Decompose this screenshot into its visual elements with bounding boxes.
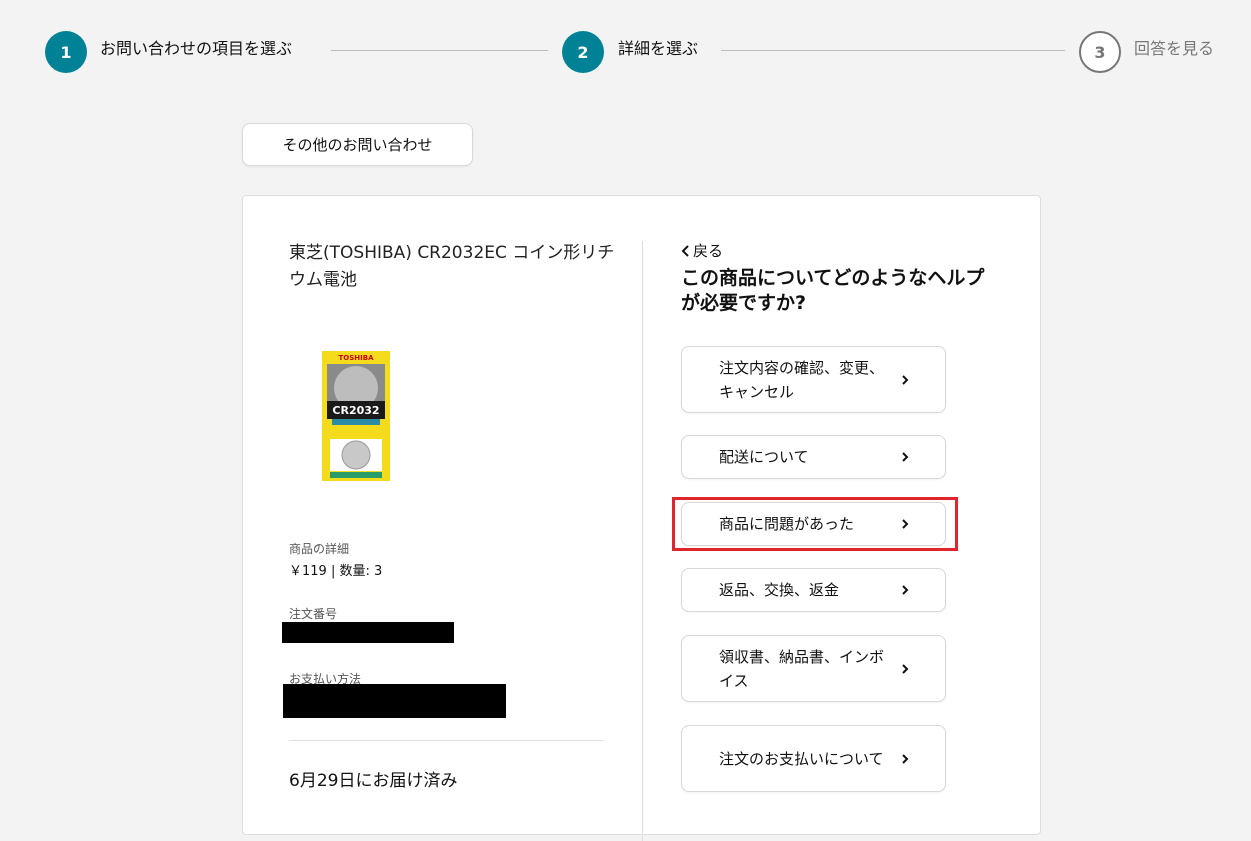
highlight-box xyxy=(672,497,958,551)
option-receipts[interactable]: 領収書、納品書、インボイス xyxy=(681,635,946,702)
product-details-label: 商品の詳細 xyxy=(289,542,350,556)
product-details-value: ￥119 | 数量: 3 xyxy=(289,564,383,579)
option-label: 返品、交換、返金 xyxy=(719,581,840,599)
payment-method-redacted xyxy=(283,684,506,718)
progress-stepper: 1 お問い合わせの項目を選ぶ 2 詳細を選ぶ 3 回答を見る xyxy=(0,0,1251,100)
step-2-label: 詳細を選ぶ xyxy=(618,39,699,58)
step-1-circle: 1 xyxy=(45,31,87,73)
section-divider xyxy=(289,740,603,741)
chevron-right-icon xyxy=(902,374,909,385)
product-image-model: CR2032 xyxy=(332,404,379,417)
option-label: 配送について xyxy=(719,448,809,466)
chevron-right-icon xyxy=(902,452,909,462)
back-link[interactable]: 戻る xyxy=(681,240,723,261)
chevron-right-icon xyxy=(902,663,909,674)
product-image-brand: TOSHIBA xyxy=(339,354,375,362)
option-order-change[interactable]: 注文内容の確認、変更、キャンセル xyxy=(681,346,946,413)
help-question: この商品についてどのようなヘルプが必要ですか? xyxy=(681,267,985,314)
column-divider xyxy=(642,241,643,841)
product-image[interactable]: TOSHIBA CR2032 xyxy=(322,351,390,481)
back-link-label: 戻る xyxy=(693,242,724,260)
option-label: 領収書、納品書、インボイス xyxy=(719,647,885,690)
product-title[interactable]: 東芝(TOSHIBA) CR2032EC コイン形リチウム電池 xyxy=(289,240,619,294)
step-2-circle: 2 xyxy=(562,31,604,73)
option-label: 注文のお支払いについて xyxy=(719,749,884,768)
delivery-status: 6月29日にお届け済み xyxy=(289,771,458,791)
other-inquiry-button[interactable]: その他のお問い合わせ xyxy=(242,123,473,166)
option-delivery[interactable]: 配送について xyxy=(681,435,946,479)
step-connector xyxy=(721,50,1065,51)
step-3-circle: 3 xyxy=(1079,31,1121,73)
chevron-right-icon xyxy=(902,753,909,764)
order-number-label: 注文番号 xyxy=(289,607,338,621)
step-3-label: 回答を見る xyxy=(1134,39,1215,58)
option-payment[interactable]: 注文のお支払いについて xyxy=(681,725,946,792)
option-label: 注文内容の確認、変更、キャンセル xyxy=(719,358,885,401)
order-number-redacted xyxy=(282,622,454,643)
chevron-right-icon xyxy=(902,585,909,595)
chevron-left-icon xyxy=(681,244,689,257)
step-connector xyxy=(331,50,548,51)
step-1-label: お問い合わせの項目を選ぶ xyxy=(100,39,293,58)
option-returns[interactable]: 返品、交換、返金 xyxy=(681,568,946,612)
order-help-card: 東芝(TOSHIBA) CR2032EC コイン形リチウム電池 TOSHIBA … xyxy=(242,195,1041,841)
